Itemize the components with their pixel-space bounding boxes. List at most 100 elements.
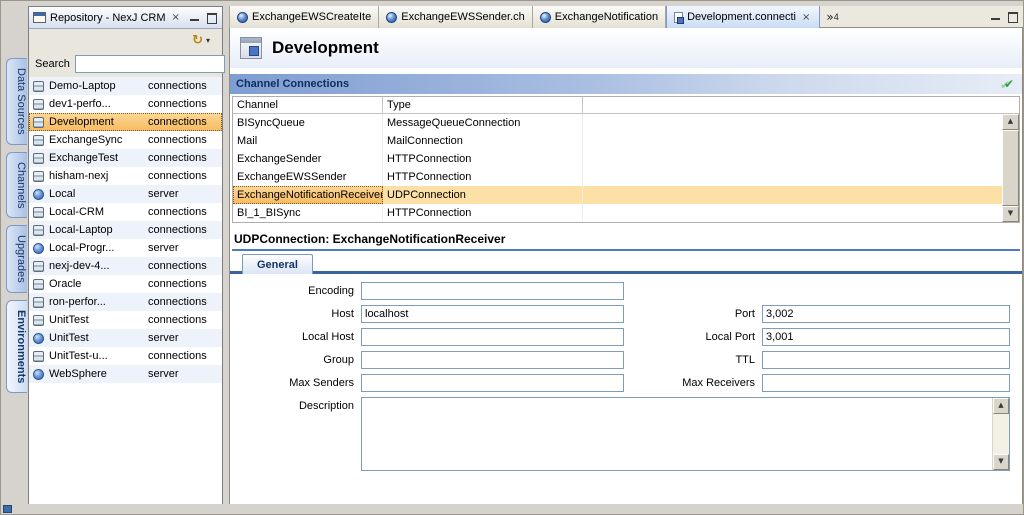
item-type: server <box>148 188 222 200</box>
item-type: connections <box>148 260 222 272</box>
scroll-up-icon[interactable]: ▲ <box>1002 114 1019 130</box>
item-type: connections <box>148 350 222 362</box>
editor-maximize-button[interactable] <box>1006 11 1019 22</box>
list-item[interactable]: ron-perfor...connections <box>29 293 222 311</box>
table-row[interactable]: BISyncQueueMessageQueueConnection <box>233 114 1002 132</box>
max-senders-field[interactable] <box>361 374 624 392</box>
scrollbar-thumb[interactable] <box>1002 130 1019 206</box>
view-minimize-button[interactable] <box>188 12 201 23</box>
database-icon <box>33 279 44 290</box>
list-item[interactable]: Local server <box>29 185 222 203</box>
table-row[interactable]: ExchangeEWSSenderHTTPConnection <box>233 168 1002 186</box>
item-type: connections <box>148 170 222 182</box>
database-icon <box>33 261 44 272</box>
tab-exchangeewscreateite[interactable]: ExchangeEWSCreateIte <box>229 6 379 28</box>
tab-exchangenotification[interactable]: ExchangeNotification <box>533 6 666 28</box>
table-row[interactable]: ExchangeSenderHTTPConnection <box>233 150 1002 168</box>
item-name: Development <box>49 116 143 128</box>
view-toolbar: ↻ ▾ <box>29 29 222 51</box>
list-item[interactable]: ExchangeTestconnections <box>29 149 222 167</box>
tab-label: ExchangeNotification <box>555 11 658 23</box>
table-row-selected[interactable]: ExchangeNotificationReceiverUDPConnectio… <box>233 186 1002 204</box>
host-field[interactable] <box>361 305 624 323</box>
local-port-field[interactable] <box>762 328 1010 346</box>
ttl-field[interactable] <box>762 351 1010 369</box>
list-item[interactable]: Oracleconnections <box>29 275 222 293</box>
description-scrollbar[interactable]: ▲ ▼ <box>992 398 1009 470</box>
column-header-empty <box>583 97 1019 113</box>
page-header: Development <box>230 28 1022 68</box>
list-item[interactable]: UnitTestserver <box>29 329 222 347</box>
hidden-tab-count: 4 <box>834 12 839 22</box>
server-icon <box>33 243 44 254</box>
view-maximize-button[interactable] <box>205 12 218 23</box>
editor-area: ExchangeEWSCreateIte ExchangeEWSSender.c… <box>229 6 1023 506</box>
tab-exchangeewssender[interactable]: ExchangeEWSSender.ch <box>379 6 533 28</box>
item-name: Local <box>49 188 143 200</box>
list-item[interactable]: Demo-Laptopconnections <box>29 77 222 95</box>
tab-general[interactable]: General <box>242 254 313 274</box>
tab-label: ExchangeEWSCreateIte <box>252 11 371 23</box>
max-senders-label: Max Senders <box>240 374 356 392</box>
page-title: Development <box>272 38 379 58</box>
search-input[interactable] <box>75 55 225 73</box>
cell-empty <box>583 186 1002 204</box>
list-item[interactable]: Local-CRMconnections <box>29 203 222 221</box>
sidebar-tab-upgrades[interactable]: Upgrades <box>6 225 27 293</box>
port-field[interactable] <box>762 305 1010 323</box>
list-item[interactable]: UnitTestconnections <box>29 311 222 329</box>
connections-file-icon <box>674 12 683 23</box>
list-item[interactable]: dev1-perfo...connections <box>29 95 222 113</box>
scroll-up-icon[interactable]: ▲ <box>993 398 1009 414</box>
environment-icon <box>240 37 262 59</box>
description-label: Description <box>240 397 356 415</box>
sidebar-tab-channels[interactable]: Channels <box>6 152 27 218</box>
item-type: connections <box>148 314 222 326</box>
item-type: connections <box>148 116 222 128</box>
local-host-field[interactable] <box>361 328 624 346</box>
view-close-icon[interactable]: × <box>170 12 182 23</box>
more-tabs-chevron[interactable]: »4 <box>820 6 844 27</box>
sync-icon[interactable]: ↻ <box>192 34 203 47</box>
editor-minimize-button[interactable] <box>989 11 1002 22</box>
tab-development-connections[interactable]: Development.connecti × <box>666 6 820 28</box>
table-row[interactable]: BI_1_BISyncHTTPConnection <box>233 204 1002 222</box>
group-field[interactable] <box>361 351 624 369</box>
database-icon <box>33 99 44 110</box>
column-header-channel[interactable]: Channel <box>233 97 383 113</box>
chevron-down-icon[interactable]: ▾ <box>206 36 210 45</box>
local-host-label: Local Host <box>240 328 356 346</box>
list-item-selected[interactable]: Development connections <box>29 113 222 131</box>
encoding-field[interactable] <box>361 282 624 300</box>
item-type: connections <box>148 152 222 164</box>
scroll-down-icon[interactable]: ▼ <box>993 454 1009 470</box>
description-field[interactable]: ▲ ▼ <box>361 397 1010 471</box>
item-name: nexj-dev-4... <box>49 260 143 272</box>
item-name: UnitTest <box>49 332 143 344</box>
tab-close-icon[interactable]: × <box>800 12 812 23</box>
list-item[interactable]: Local-Progr...server <box>29 239 222 257</box>
fast-view-bar[interactable] <box>3 505 12 513</box>
table-scrollbar[interactable]: ▲ ▼ <box>1002 114 1019 222</box>
list-item[interactable]: WebSphereserver <box>29 365 222 383</box>
database-icon <box>33 315 44 326</box>
max-receivers-field[interactable] <box>762 374 1010 392</box>
table-row[interactable]: MailMailConnection <box>233 132 1002 150</box>
list-item[interactable]: ExchangeSyncconnections <box>29 131 222 149</box>
view-titlebar: Repository - NexJ CRM × <box>29 7 222 29</box>
scroll-down-icon[interactable]: ▼ <box>1002 206 1019 222</box>
list-item[interactable]: UnitTest-u...connections <box>29 347 222 365</box>
udp-connection-form: Encoding Host Port Local Host Local Port… <box>230 274 1022 505</box>
list-item[interactable]: Local-Laptopconnections <box>29 221 222 239</box>
scrollbar-track[interactable] <box>993 414 1009 454</box>
database-icon <box>33 117 44 128</box>
column-header-type[interactable]: Type <box>383 97 583 113</box>
sidebar-tab-data-sources[interactable]: Data Sources <box>6 58 27 145</box>
channel-icon <box>386 12 397 23</box>
list-item[interactable]: hisham-nexjconnections <box>29 167 222 185</box>
environment-list: Demo-Laptopconnections dev1-perfo...conn… <box>29 77 222 505</box>
status-strip <box>1 504 1023 514</box>
list-item[interactable]: nexj-dev-4... connections <box>29 257 222 275</box>
detail-section-title: UDPConnection: ExchangeNotificationRecei… <box>232 231 1020 251</box>
sidebar-tab-environments[interactable]: Environments <box>6 300 27 393</box>
